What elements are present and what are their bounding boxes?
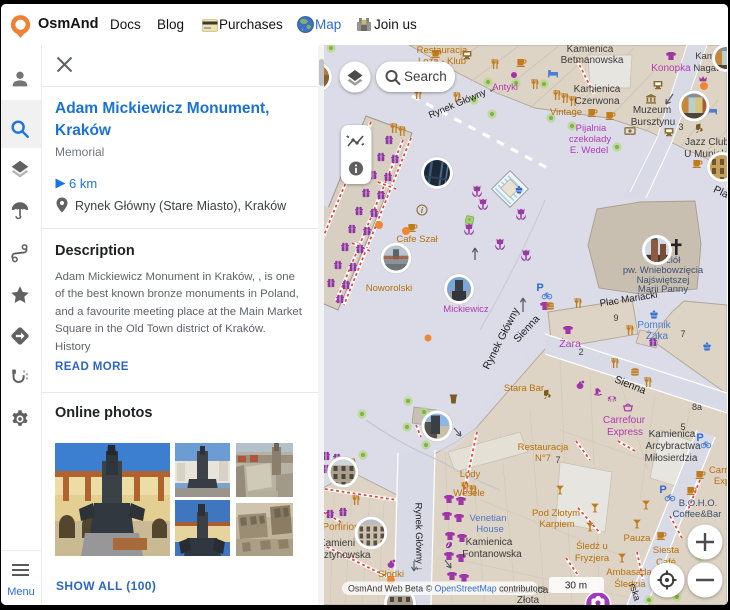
svg-text:Konopka: Konopka — [651, 63, 691, 74]
svg-text:N°7: N°7 — [535, 453, 551, 464]
svg-text:Lody: Lody — [460, 469, 481, 480]
svg-text:Śledź u: Śledź u — [576, 540, 608, 552]
svg-text:Fontanowska: Fontanowska — [462, 549, 522, 560]
svg-text:Mickiewicz: Mickiewicz — [443, 304, 489, 315]
svg-text:rsztynowska: rsztynowska — [323, 550, 371, 561]
svg-text:Żaka: Żaka — [646, 329, 669, 342]
svg-text:Bursztynu: Bursztynu — [631, 117, 675, 128]
svg-text:E. Wedel: E. Wedel — [570, 145, 608, 156]
svg-text:Pauza: Pauza — [624, 533, 652, 544]
svg-text:Pod Złotym: Pod Złotym — [532, 508, 580, 519]
svg-text:Ambasada: Ambasada — [606, 567, 652, 578]
svg-text:Coffee&Bar: Coffee&Bar — [673, 509, 722, 520]
svg-text:30 m: 30 m — [565, 581, 587, 592]
svg-text:czekolady: czekolady — [569, 134, 611, 145]
svg-text:Kamienica: Kamienica — [466, 537, 513, 548]
svg-text:Pijalnia: Pijalnia — [576, 123, 607, 134]
svg-text:Noworolski: Noworolski — [366, 283, 412, 294]
svg-text:Jazz Club: Jazz Club — [685, 137, 727, 148]
svg-text:3: 3 — [678, 122, 683, 132]
svg-text:Kamienica: Kamienica — [567, 45, 614, 55]
svg-text:Złota: Złota — [517, 595, 540, 605]
svg-text:Czerwona: Czerwona — [574, 96, 619, 107]
svg-text:Miłosierdzia: Miłosierdzia — [645, 453, 698, 464]
svg-text:Kamieni: Kamieni — [323, 538, 355, 549]
svg-text:Carrefour: Carrefour — [709, 465, 727, 476]
svg-text:Muzeum: Muzeum — [633, 105, 671, 116]
svg-text:B.O.H.O.: B.O.H.O. — [679, 498, 718, 509]
svg-text:Vintage: Vintage — [550, 107, 582, 118]
svg-text:Carrefour: Carrefour — [603, 415, 646, 426]
svg-text:Arcybractwa: Arcybractwa — [645, 441, 700, 452]
svg-text:Słodki: Słodki — [378, 569, 404, 580]
svg-text:Restauracja: Restauracja — [518, 442, 569, 453]
svg-text:8a: 8a — [692, 402, 702, 412]
svg-text:7: 7 — [555, 455, 560, 465]
svg-text:Cafe Szał: Cafe Szał — [396, 234, 438, 245]
svg-text:Karpiem: Karpiem — [539, 519, 574, 530]
svg-text:Betmanowska: Betmanowska — [561, 55, 624, 66]
svg-text:Pomnik: Pomnik — [637, 320, 671, 331]
svg-text:Fryzjera: Fryzjera — [575, 553, 610, 564]
svg-text:OsmAnd Web Beta © OpenStreetMa: OsmAnd Web Beta © OpenStreetMap contribu… — [348, 584, 546, 594]
svg-text:Kamienica: Kamienica — [649, 429, 696, 440]
svg-text:Kamienica: Kamienica — [574, 84, 621, 95]
svg-text:Venetian: Venetian — [470, 513, 507, 524]
svg-text:Express: Express — [714, 476, 727, 487]
svg-text:2: 2 — [578, 347, 583, 357]
svg-text:9: 9 — [613, 313, 618, 323]
svg-text:7: 7 — [680, 329, 685, 339]
svg-text:Search: Search — [404, 69, 447, 84]
svg-text:Restauracja: Restauracja — [417, 45, 468, 56]
svg-text:Siesta: Siesta — [653, 545, 680, 556]
svg-text:Rynek Główny ↓: Rynek Główny ↓ — [412, 503, 424, 572]
svg-text:Stara Bar: Stara Bar — [504, 383, 544, 394]
svg-text:Wesele: Wesele — [453, 488, 485, 499]
svg-text:Express: Express — [607, 427, 643, 438]
svg-text:House: House — [476, 524, 503, 535]
